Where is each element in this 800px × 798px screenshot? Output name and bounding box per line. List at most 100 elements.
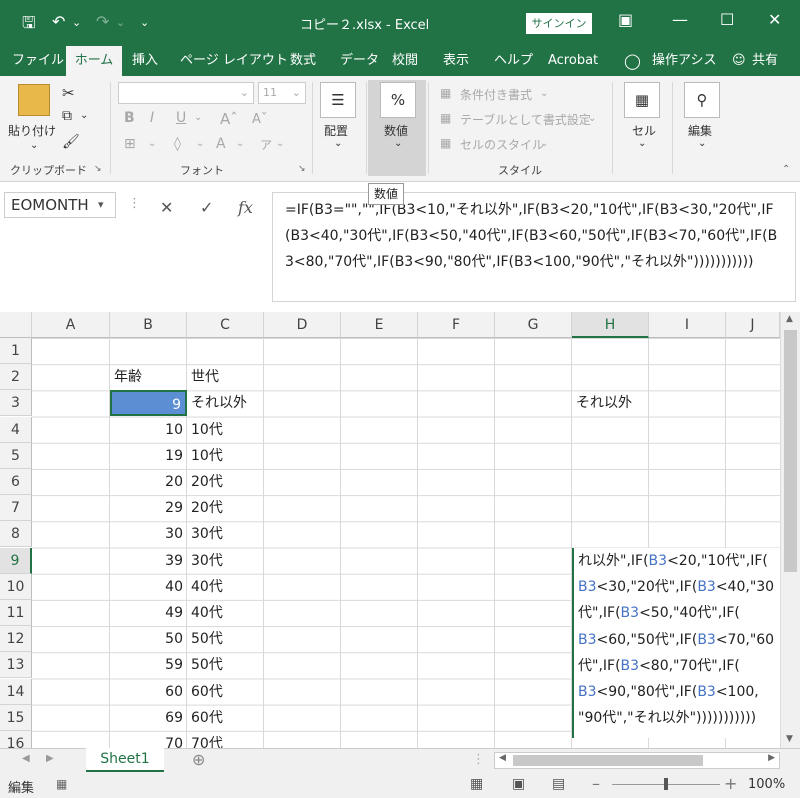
cell-c9[interactable]: 30代 <box>187 548 227 574</box>
vertical-scroll-thumb[interactable] <box>784 330 797 572</box>
copy-icon[interactable]: ⧉ <box>62 108 72 124</box>
prev-sheet-icon[interactable]: ◀ <box>22 753 30 764</box>
tab-insert[interactable]: 挿入 <box>132 46 158 76</box>
editing-dropdown-icon[interactable]: ⌄ <box>698 138 706 149</box>
column-header-e[interactable]: E <box>341 312 418 338</box>
paste-dropdown-icon[interactable]: ⌄ <box>30 140 38 151</box>
cells-button[interactable]: セル <box>632 122 656 139</box>
cells-icon[interactable]: ▦ <box>624 82 660 118</box>
row-header-13[interactable]: 13 <box>0 652 32 679</box>
search-icon[interactable]: ⚲ <box>684 82 720 118</box>
next-sheet-icon[interactable]: ▶ <box>46 753 54 764</box>
zoom-out-icon[interactable]: – <box>592 774 600 793</box>
zoom-in-icon[interactable]: + <box>724 774 737 793</box>
cell-b10[interactable]: 40 <box>110 574 187 600</box>
cell-b16[interactable]: 70 <box>110 731 187 748</box>
cell-b13[interactable]: 59 <box>110 652 187 678</box>
scroll-right-icon[interactable]: ▶ <box>768 753 775 763</box>
cell-c14[interactable]: 60代 <box>187 679 227 705</box>
tab-formulas[interactable]: 数式 <box>290 46 316 76</box>
scroll-left-icon[interactable]: ◀ <box>499 753 506 763</box>
in-cell-formula-editor[interactable]: れ以外",IF(B3<20,"10代",IF(B3<30,"20代",IF(B3… <box>572 548 780 738</box>
cut-icon[interactable]: ✂ <box>62 84 75 102</box>
cell-grid[interactable]: 年齢 世代 9 それ以外 10 10代 19 10代 20 20代 29 20代 30 30代 39 30… <box>32 338 780 748</box>
row-header-9[interactable]: 9 <box>0 547 32 574</box>
collapse-ribbon-icon[interactable]: ⌃ <box>782 164 790 175</box>
cell-b4[interactable]: 10 <box>110 417 187 443</box>
row-header-5[interactable]: 5 <box>0 442 32 469</box>
cell-c2[interactable]: 世代 <box>187 364 223 390</box>
vertical-scrollbar[interactable]: ▲ ▼ <box>780 312 800 748</box>
zoom-slider-handle[interactable] <box>664 778 668 790</box>
row-header-10[interactable]: 10 <box>0 573 32 600</box>
ribbon-display-icon[interactable]: ▣ <box>618 10 633 29</box>
row-header-8[interactable]: 8 <box>0 521 32 548</box>
undo-dropdown-icon[interactable]: ⌄ <box>72 16 81 29</box>
cell-b8[interactable]: 30 <box>110 521 187 547</box>
row-header-15[interactable]: 15 <box>0 704 32 731</box>
close-icon[interactable]: ✕ <box>768 10 781 29</box>
select-all-corner[interactable] <box>0 312 32 338</box>
cell-c13[interactable]: 50代 <box>187 652 227 678</box>
save-icon[interactable]: 🖫 <box>22 12 36 39</box>
zoom-level[interactable]: 100% <box>748 777 785 792</box>
cell-b5[interactable]: 19 <box>110 443 187 469</box>
minimize-icon[interactable]: — <box>672 10 688 29</box>
name-box-dropdown-icon[interactable]: ▾ <box>98 198 104 211</box>
formula-input[interactable]: =IF(B3="","",IF(B3<10,"それ以外",IF(B3<20,"1… <box>272 192 796 302</box>
format-painter-icon[interactable]: 🖌 <box>62 134 80 150</box>
column-header-a[interactable]: A <box>32 312 110 338</box>
font-launcher-icon[interactable]: ↘ <box>298 164 306 174</box>
cell-b15[interactable]: 69 <box>110 705 187 731</box>
cell-c7[interactable]: 20代 <box>187 495 227 521</box>
row-header-12[interactable]: 12 <box>0 626 32 653</box>
column-header-f[interactable]: F <box>418 312 495 338</box>
scroll-up-icon[interactable]: ▲ <box>786 314 793 324</box>
cell-b9[interactable]: 39 <box>110 548 187 574</box>
editing-button[interactable]: 編集 <box>688 122 712 139</box>
number-dropdown-icon[interactable]: ⌄ <box>394 138 402 149</box>
cell-c16[interactable]: 70代 <box>187 731 227 748</box>
tab-view[interactable]: 表示 <box>443 46 469 76</box>
column-header-b[interactable]: B <box>110 312 187 338</box>
alignment-icon[interactable]: ☰ <box>320 82 356 118</box>
paste-icon[interactable] <box>18 84 50 116</box>
column-header-c[interactable]: C <box>187 312 264 338</box>
cell-c6[interactable]: 20代 <box>187 469 227 495</box>
cell-b11[interactable]: 49 <box>110 600 187 626</box>
number-format-icon[interactable]: % <box>380 82 416 118</box>
tab-file[interactable]: ファイル <box>12 46 64 76</box>
cell-b6[interactable]: 20 <box>110 469 187 495</box>
cell-c5[interactable]: 10代 <box>187 443 227 469</box>
normal-view-icon[interactable]: ▦ <box>470 776 483 792</box>
row-header-1[interactable]: 1 <box>0 338 32 364</box>
cell-b14[interactable]: 60 <box>110 679 187 705</box>
copy-dropdown-icon[interactable]: ⌄ <box>80 110 88 121</box>
column-header-h[interactable]: H <box>572 312 649 338</box>
undo-icon[interactable]: ↶ <box>52 12 65 31</box>
number-button[interactable]: 数値 <box>384 122 408 139</box>
cells-dropdown-icon[interactable]: ⌄ <box>638 138 646 149</box>
page-layout-view-icon[interactable]: ▣ <box>512 776 525 792</box>
enter-icon[interactable]: ✓ <box>200 198 213 217</box>
cell-b7[interactable]: 29 <box>110 495 187 521</box>
cancel-icon[interactable]: ✕ <box>160 198 173 217</box>
alignment-dropdown-icon[interactable]: ⌄ <box>334 138 342 149</box>
customize-toolbar-icon[interactable]: ⌄ <box>140 16 149 29</box>
cell-c3[interactable]: それ以外 <box>187 390 251 416</box>
cell-c4[interactable]: 10代 <box>187 417 227 443</box>
tab-home[interactable]: ホーム <box>66 46 122 76</box>
tab-acrobat[interactable]: Acrobat <box>548 46 598 76</box>
alignment-button[interactable]: 配置 <box>324 122 348 139</box>
cell-c11[interactable]: 40代 <box>187 600 227 626</box>
cell-b12[interactable]: 50 <box>110 626 187 652</box>
macro-record-icon[interactable]: ▦ <box>56 777 67 791</box>
tab-data[interactable]: データ <box>340 46 379 76</box>
sheet-tab-sheet1[interactable]: Sheet1 <box>86 748 164 772</box>
insert-function-icon[interactable]: fx <box>238 198 253 217</box>
cell-c8[interactable]: 30代 <box>187 521 227 547</box>
paste-label[interactable]: 貼り付け <box>8 122 56 139</box>
maximize-icon[interactable]: ☐ <box>720 10 734 29</box>
cell-h3[interactable]: それ以外 <box>572 390 636 416</box>
cell-b3[interactable]: 9 <box>110 390 187 417</box>
